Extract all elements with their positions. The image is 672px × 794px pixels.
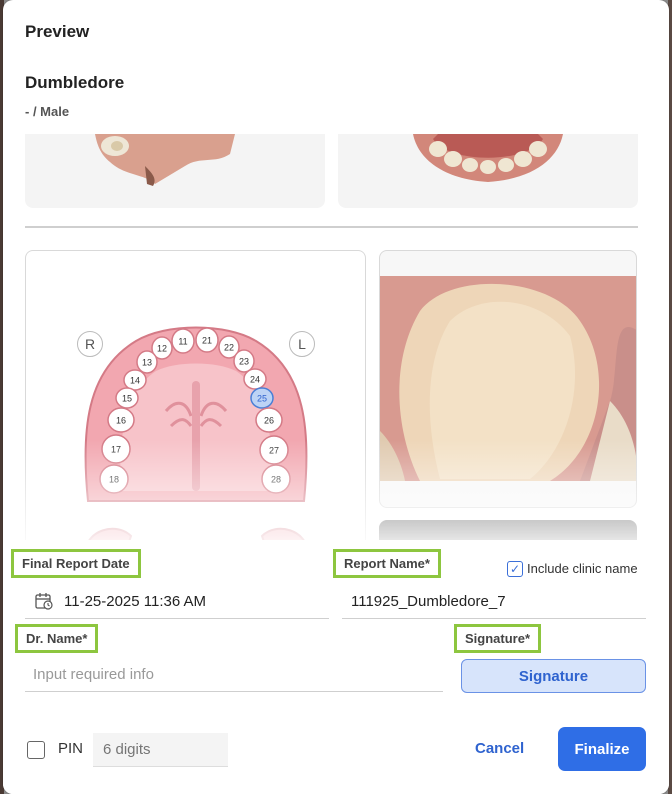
final-report-date-value: 11-25-2025 11:36 AM	[64, 593, 207, 610]
report-name-label: Report Name*	[333, 549, 441, 578]
tooth-label-14: 14	[130, 376, 140, 386]
signature-label: Signature*	[454, 624, 542, 653]
section-divider	[25, 226, 638, 228]
tooth-label-15: 15	[122, 394, 132, 404]
patient-name: Dumbledore	[25, 73, 125, 92]
include-clinic-label: Include clinic name	[527, 561, 638, 576]
tooth-label-23: 23	[239, 357, 249, 367]
date-field-underline	[25, 618, 329, 619]
include-clinic-checkbox[interactable]: ✓	[507, 561, 523, 577]
tooth-label-16: 16	[116, 416, 126, 426]
report-name-input[interactable]: 111925_Dumbledore_7	[351, 593, 506, 610]
calendar-icon	[35, 593, 53, 610]
tooth-label-25: 25	[257, 394, 267, 404]
finalize-button[interactable]: Finalize	[558, 727, 646, 771]
tooth-label-13: 13	[142, 358, 152, 368]
report-form: Final Report Date 11-25-2025 11:36 AM Re…	[3, 540, 669, 794]
scan-thumbnail-upper	[25, 134, 325, 208]
cancel-button[interactable]: Cancel	[475, 740, 524, 757]
pin-checkbox[interactable]	[27, 741, 45, 759]
dr-name-input[interactable]: Input required info	[33, 666, 154, 683]
dr-name-underline	[25, 691, 443, 692]
pin-input[interactable]	[93, 733, 228, 767]
final-report-date-label: Final Report Date	[11, 549, 141, 578]
tooth-label-24: 24	[250, 375, 260, 385]
dr-name-label: Dr. Name*	[15, 624, 99, 653]
tooth-label-11: 11	[178, 337, 187, 347]
preview-dialog: Preview Dumbledore - / Male R L 11 21 12…	[3, 0, 669, 794]
patient-demographics: - / Male	[25, 104, 70, 119]
tooth-label-21: 21	[202, 336, 212, 346]
signature-button[interactable]: Signature	[461, 659, 646, 693]
tooth-label-26: 26	[264, 416, 274, 426]
scroll-fade	[3, 440, 669, 540]
dialog-title: Preview	[25, 22, 90, 41]
report-name-underline	[342, 618, 646, 619]
tooth-label-12: 12	[157, 344, 167, 354]
pin-label: PIN	[58, 740, 84, 757]
scan-thumbnail-lower	[338, 134, 638, 208]
tooth-label-22: 22	[224, 343, 234, 353]
